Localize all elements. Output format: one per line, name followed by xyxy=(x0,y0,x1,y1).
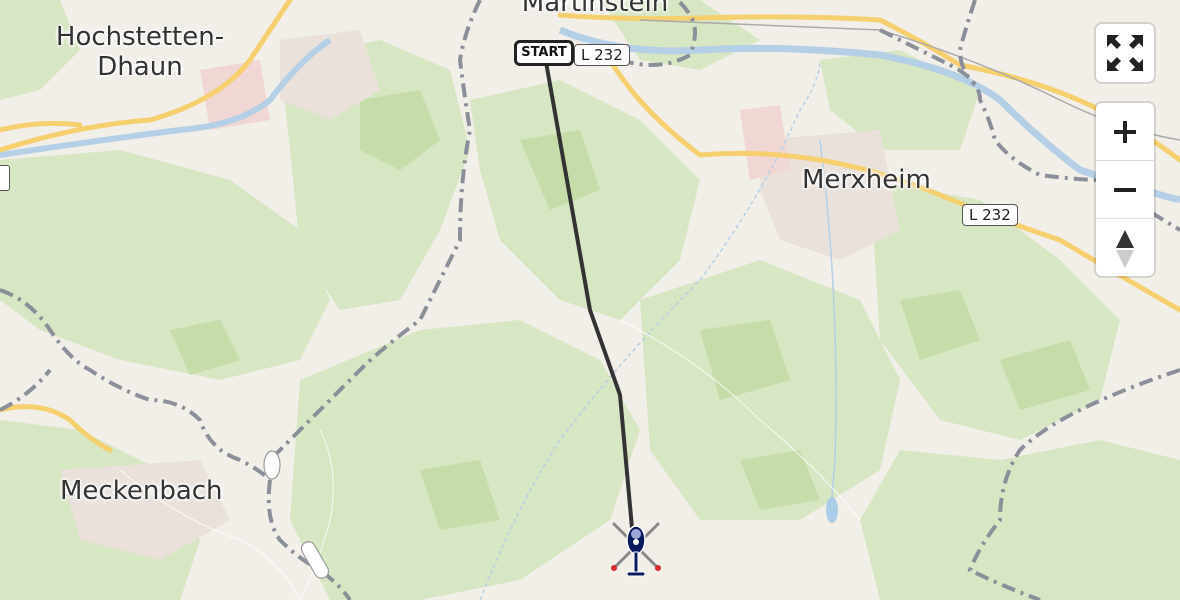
route-start-marker: START xyxy=(514,40,574,66)
map-canvas[interactable]: Hochstetten- Dhaun Martinstein Merxheim … xyxy=(0,0,1180,600)
lake xyxy=(826,497,838,523)
compass-button[interactable] xyxy=(1096,218,1154,276)
compass-icon xyxy=(1116,229,1134,268)
place-label-hochstetten-dhaun: Hochstetten- Dhaun xyxy=(55,22,225,82)
place-label-merxheim: Merxheim xyxy=(802,165,931,195)
road-shield-partial xyxy=(0,165,10,191)
zoom-in-button[interactable] xyxy=(1096,103,1154,160)
zoom-out-button[interactable] xyxy=(1096,160,1154,218)
place-label-meckenbach: Meckenbach xyxy=(60,476,223,506)
zoom-controls xyxy=(1096,103,1154,276)
road-shield-l232: L 232 xyxy=(962,204,1018,226)
plus-icon xyxy=(1114,120,1136,143)
map-base-layer xyxy=(0,0,1180,600)
urban-area xyxy=(740,105,790,180)
fullscreen-button[interactable] xyxy=(1096,24,1154,82)
place-label-martinstein: Martinstein xyxy=(521,0,669,18)
minus-icon xyxy=(1114,187,1136,192)
fullscreen-icon[interactable] xyxy=(1096,24,1154,82)
road-shield-l232: L 232 xyxy=(574,44,630,66)
helicopter-icon xyxy=(611,522,661,577)
